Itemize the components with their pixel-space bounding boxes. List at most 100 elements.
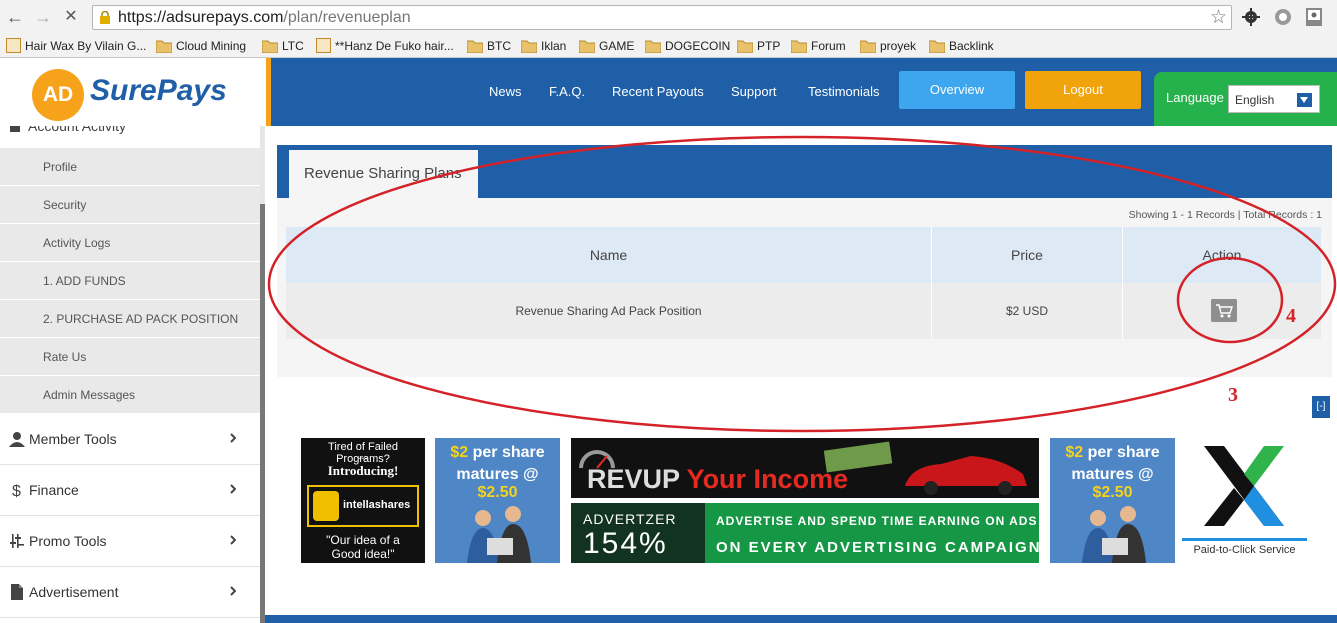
- plan-price: $2 USD: [1005, 304, 1049, 318]
- records-count: Showing 1 - 1 Records | Total Records : …: [1128, 209, 1322, 221]
- bookmark-folder[interactable]: Backlink: [929, 37, 994, 55]
- document-icon: [11, 584, 23, 600]
- folder-icon: [645, 40, 661, 53]
- sidebar-subitem-security[interactable]: Security: [0, 185, 260, 223]
- sidebar-subitem-purchase-ad-pack[interactable]: 2. PURCHASE AD PACK POSITION: [0, 299, 260, 337]
- banner-advertzer[interactable]: ADVERTZER 154% ADVERTISE AND SPEND TIME …: [571, 503, 1039, 563]
- star-icon[interactable]: ☆: [1210, 7, 1227, 29]
- folder-icon: [929, 40, 945, 53]
- folder-icon: [579, 40, 595, 53]
- sliders-icon: [10, 534, 24, 548]
- nav-faq[interactable]: F.A.Q.: [549, 84, 585, 99]
- folder-icon: [737, 40, 753, 53]
- sidebar-subitem-add-funds[interactable]: 1. ADD FUNDS: [0, 261, 260, 299]
- logo-badge[interactable]: AD: [32, 69, 84, 121]
- sidebar-subitem-admin-messages[interactable]: Admin Messages: [0, 375, 260, 413]
- intellashares-logo: intellashares: [307, 485, 419, 527]
- x-logo-icon: [1204, 446, 1284, 526]
- bookmark-folder[interactable]: PTP: [737, 37, 780, 55]
- dollar-icon: $: [12, 483, 21, 498]
- banner-underline: [1182, 538, 1307, 541]
- banner-per-share-left[interactable]: $2 per share matures @ $2.50: [435, 438, 560, 563]
- annotation-number-4: 4: [1286, 305, 1296, 327]
- bookmark-folder[interactable]: DOGECOIN: [645, 37, 730, 55]
- bookmark-folder[interactable]: GAME: [579, 37, 634, 55]
- banner-revup[interactable]: REVUP Your Income: [571, 438, 1039, 498]
- bookmark-folder[interactable]: BTC: [467, 37, 511, 55]
- language-select[interactable]: English: [1228, 85, 1320, 113]
- account-icon[interactable]: [1304, 7, 1324, 27]
- logout-button[interactable]: Logout: [1025, 71, 1141, 109]
- sidebar-item-advertisement[interactable]: Advertisement: [0, 567, 260, 618]
- column-action: Action: [1202, 247, 1242, 263]
- chevron-down-icon: [1297, 93, 1312, 107]
- banner-intellashares[interactable]: Tired of Failed Programs? --- Introducin…: [301, 438, 425, 563]
- column-name: Name: [589, 247, 628, 263]
- column-divider: [931, 227, 932, 339]
- sidebar-subitem-activity-logs[interactable]: Activity Logs: [0, 223, 260, 261]
- folder-icon: [521, 40, 537, 53]
- logo-shield-icon: [313, 491, 339, 521]
- bookmark-folder[interactable]: Cloud Mining: [156, 37, 246, 55]
- folder-icon: [860, 40, 876, 53]
- bookmark-folder[interactable]: LTC: [262, 37, 304, 55]
- nav-support[interactable]: Support: [731, 84, 777, 99]
- bookmark-item[interactable]: Hair Wax By Vilain G...: [6, 37, 146, 55]
- footer-bar: [265, 615, 1337, 623]
- sidebar-item-account-activity[interactable]: Account Activity: [0, 126, 260, 146]
- plan-name: Revenue Sharing Ad Pack Position: [515, 304, 702, 318]
- nav-news[interactable]: News: [489, 84, 522, 99]
- browser-toolbar: ← → ✕ https://adsurepays.com/plan/revenu…: [0, 0, 1337, 34]
- back-arrow-icon[interactable]: ←: [4, 6, 26, 28]
- bookmark-folder[interactable]: proyek: [860, 37, 916, 55]
- money-icon: [823, 441, 893, 473]
- table-row: Revenue Sharing Ad Pack Position $2 USD: [286, 283, 1321, 339]
- sidebar-item-promo-tools[interactable]: Promo Tools: [0, 516, 260, 567]
- favicon-icon: [6, 38, 21, 53]
- overview-button[interactable]: Overview: [899, 71, 1015, 109]
- bookmarks-bar: Hair Wax By Vilain G... Cloud Mining LTC…: [0, 34, 1337, 58]
- sidebar-subitem-rate-us[interactable]: Rate Us: [0, 337, 260, 375]
- car-icon: [905, 456, 1027, 495]
- table-header: Name Price Action: [286, 227, 1321, 283]
- nav-recent-payouts[interactable]: Recent Payouts: [612, 84, 704, 99]
- business-people-icon: [467, 506, 531, 563]
- chevron-right-icon: [230, 484, 236, 494]
- folder-icon: [156, 40, 172, 53]
- sidebar-item-finance[interactable]: $ Finance: [0, 465, 260, 516]
- business-people-icon: [1082, 506, 1146, 563]
- folder-icon: [467, 40, 483, 53]
- tab-revenue-sharing-plans[interactable]: Revenue Sharing Plans: [289, 150, 478, 198]
- forward-arrow-icon[interactable]: →: [32, 6, 54, 28]
- folder-icon: [791, 40, 807, 53]
- advertzer-logo: ADVERTZER 154%: [571, 503, 705, 563]
- svg-text:$: $: [12, 483, 21, 498]
- language-value: English: [1235, 93, 1275, 107]
- url-text: https://adsurepays.com/plan/revenueplan: [118, 9, 411, 26]
- nav-testimonials[interactable]: Testimonials: [808, 84, 880, 99]
- banner-paid-to-click[interactable]: Paid-to-Click Service: [1182, 438, 1307, 563]
- collapse-button[interactable]: [-]: [1312, 396, 1330, 418]
- address-bar[interactable]: https://adsurepays.com/plan/revenueplan …: [92, 5, 1232, 30]
- lock-icon: [100, 11, 110, 24]
- bookmark-folder[interactable]: Forum: [791, 37, 846, 55]
- user-icon: [9, 432, 25, 447]
- language-label: Language: [1166, 90, 1224, 105]
- annotation-number-3: 3: [1228, 384, 1238, 406]
- sidebar: Account Activity Profile Security Activi…: [0, 126, 260, 623]
- chevron-right-icon: [230, 535, 236, 545]
- cart-icon[interactable]: [1211, 299, 1237, 322]
- favicon-icon: [316, 38, 331, 53]
- sidebar-item-member-tools[interactable]: Member Tools: [0, 414, 260, 465]
- stop-icon[interactable]: ✕: [60, 6, 82, 28]
- banner-per-share-right[interactable]: $2 per share matures @ $2.50: [1050, 438, 1175, 563]
- logo-text[interactable]: SurePays: [90, 74, 227, 108]
- bookmark-folder[interactable]: Iklan: [521, 37, 566, 55]
- bookmark-item[interactable]: **Hanz De Fuko hair...: [316, 37, 454, 55]
- gear-icon[interactable]: [1241, 7, 1261, 27]
- sidebar-subitem-profile[interactable]: Profile: [0, 147, 260, 185]
- extension-icon[interactable]: [1273, 7, 1293, 27]
- folder-icon: [262, 40, 278, 53]
- column-divider: [1122, 227, 1123, 339]
- chevron-right-icon: [230, 433, 236, 443]
